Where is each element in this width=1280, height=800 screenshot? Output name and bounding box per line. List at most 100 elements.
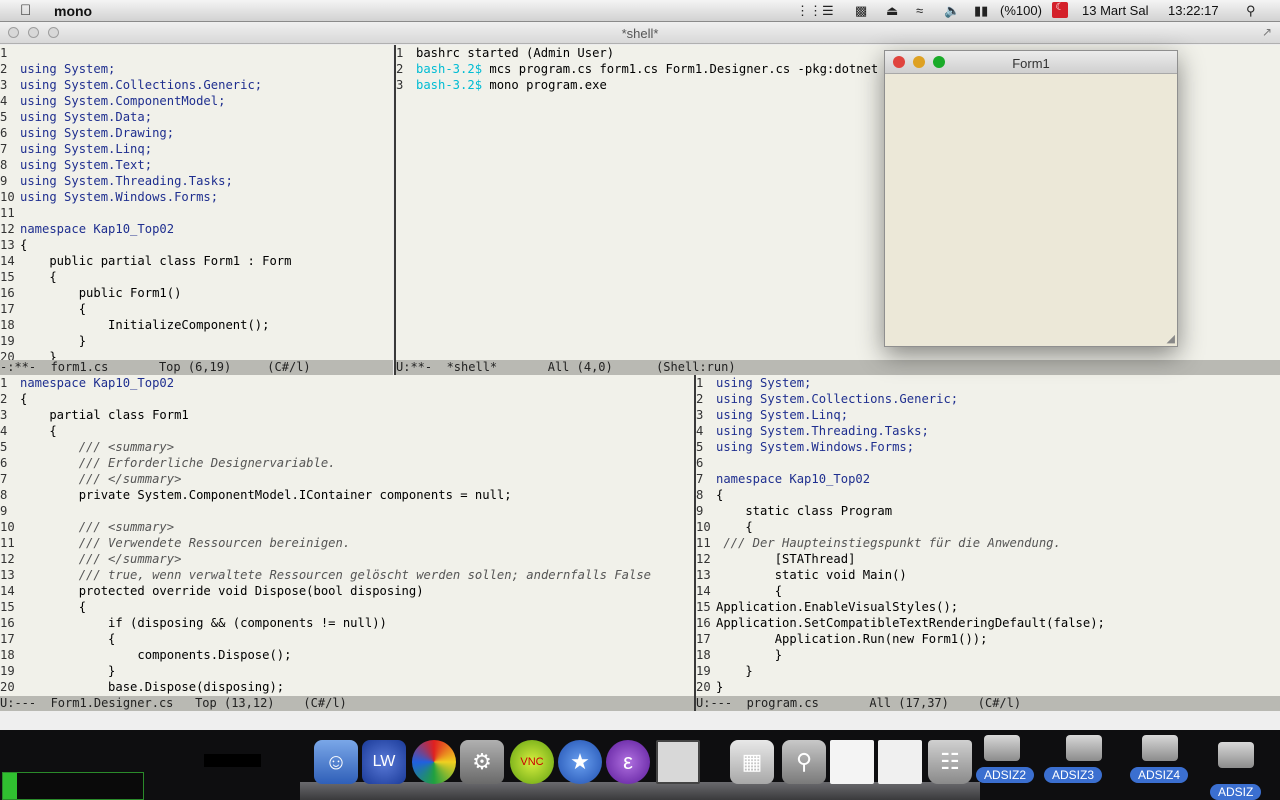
line-number: 10 (696, 520, 711, 534)
clock-time[interactable]: 13:22:17 (1168, 3, 1219, 18)
drive-label-adsiz3[interactable]: ADSIZ3 (1044, 767, 1103, 783)
code-line: 12 /// </summary> (0, 551, 651, 567)
code-line: 14 { (696, 583, 1105, 599)
preview-icon[interactable] (878, 740, 922, 784)
line-number: 2 (0, 62, 8, 76)
code-line: 2 bash-3.2$ mcs program.cs form1.cs Form1… (396, 61, 878, 77)
drive-icon-adsiz4[interactable] (1142, 735, 1178, 761)
editor-pane-designer[interactable]: 1 namespace Kap10_Top02 2{3 partial class … (0, 375, 694, 696)
code-text: /// Verwendete Ressourcen bereinigen. (20, 536, 351, 550)
code-text: } (716, 680, 724, 694)
window-title: *shell* (621, 26, 659, 41)
code-line: 19 } (0, 333, 292, 349)
modeline-program[interactable]: U:--- program.cs All (17,37) (C#/l) (696, 696, 1280, 711)
wifi-icon[interactable]: ☰ (822, 3, 834, 19)
line-number: 3 (696, 408, 704, 422)
grip-icon: ⋮⋮ (796, 3, 822, 18)
line-number: 4 (0, 94, 8, 108)
modeline-shell[interactable]: U:**- *shell* All (4,0) (Shell:run) (396, 360, 1280, 375)
bluetooth-icon[interactable]: ≈ (916, 3, 923, 18)
line-number: 20 (696, 680, 711, 694)
keychain-icon[interactable]: ⚲ (782, 740, 826, 784)
line-number: 20 (0, 350, 15, 360)
code-line: 18 } (696, 647, 1105, 663)
code-text: using System.Data; (20, 110, 153, 124)
color-wheel-icon[interactable] (412, 740, 456, 784)
battery-icon[interactable]: ▮▮ (974, 3, 988, 19)
drive-icon-adsiz3[interactable] (1066, 735, 1102, 761)
line-number: 12 (0, 222, 15, 236)
code-text: /// </summary> (20, 552, 182, 566)
code-line: 12 [STAThread] (696, 551, 1105, 567)
line-number: 8 (696, 488, 704, 502)
code-text: Application.Run(new Form1()); (716, 632, 988, 646)
code-text: using System.Text; (20, 158, 153, 172)
code-line: 4 { (0, 423, 651, 439)
code-text: { (20, 600, 87, 614)
line-number: 7 (0, 142, 8, 156)
terminal-icon[interactable] (656, 740, 700, 784)
line-number: 1 (0, 376, 8, 390)
spotlight-search-icon[interactable]: ⚲ (1246, 3, 1256, 19)
code-line: 7 namespace Kap10_Top02 (696, 471, 1105, 487)
drive-label-adsiz2[interactable]: ADSIZ2 (976, 767, 1035, 783)
line-number: 9 (0, 174, 8, 188)
code-line: 4 using System.ComponentModel; (0, 93, 292, 109)
emacs-icon[interactable]: ε (606, 740, 650, 784)
code-text: /// <summary> (20, 440, 175, 454)
black-block (204, 754, 261, 767)
activity-monitor-icon[interactable] (830, 740, 874, 784)
dock-shelf (300, 782, 980, 800)
code-line: 3 bash-3.2$ mono program.exe (396, 77, 878, 93)
code-text: { (20, 424, 57, 438)
shell-output: 1 bashrc started (Admin User) 2 bash-3.2$ m… (396, 45, 878, 109)
drive-icon-adsiz2[interactable] (984, 735, 1020, 761)
editor-pane-program[interactable]: 1 using System; 2 using System.Collections.… (696, 375, 1280, 696)
volume-icon[interactable]: 🔈 (944, 3, 960, 19)
eject-icon[interactable]: ⏏ (886, 3, 898, 19)
line-number: 17 (696, 632, 711, 646)
app-menu[interactable]: mono (54, 3, 92, 19)
drive-icon-adsiz[interactable] (1218, 742, 1254, 768)
fullscreen-icon[interactable]: ↗ (1262, 25, 1272, 39)
photo-booth-icon[interactable]: ▦ (730, 740, 774, 784)
form1-titlebar[interactable]: Form1 (885, 51, 1177, 74)
line-number: 17 (0, 302, 15, 316)
line-number: 4 (0, 424, 8, 438)
clock-date[interactable]: 13 Mart Sal (1082, 3, 1148, 18)
resize-grip-icon[interactable]: ◢ (1167, 332, 1175, 345)
system-preferences-icon[interactable]: ⚙ (460, 740, 504, 784)
code-text: using System; (20, 62, 116, 76)
xcode-icon[interactable]: ★ (558, 740, 602, 784)
flag-icon[interactable]: ☾ (1052, 2, 1068, 18)
code-line: 8 private System.ComponentModel.IContain… (0, 487, 651, 503)
code-line: 1 (0, 45, 292, 61)
lw-icon[interactable]: LW (362, 740, 406, 784)
line-number: 19 (696, 664, 711, 678)
line-number: 16 (0, 616, 15, 630)
code-text: using System.Collections.Generic; (716, 392, 959, 406)
code-text: if (disposing && (components != null)) (20, 616, 387, 630)
display-icon[interactable]: ▩ (855, 3, 867, 19)
line-number: 18 (0, 648, 15, 662)
code-line: 8 using System.Text; (0, 157, 292, 173)
code-line: 1 using System; (696, 375, 1105, 391)
modeline-designer[interactable]: U:--- Form1.Designer.cs Top (13,12) (C#/… (0, 696, 694, 711)
code-text: static void Main() (716, 568, 907, 582)
modeline-form1[interactable]: -:**- form1.cs Top (6,19) (C#/l) (0, 360, 393, 375)
server-vnc-icon[interactable]: VNC (510, 740, 554, 784)
finder-icon[interactable]: ☺ (314, 740, 358, 784)
drive-label-adsiz[interactable]: ADSIZ (1210, 784, 1262, 800)
code-line: 9 (0, 503, 651, 519)
code-line: 20} (696, 679, 1105, 695)
minibuffer[interactable] (0, 711, 1280, 730)
line-number: 9 (696, 504, 704, 518)
code-line: 4 using System.Threading.Tasks; (696, 423, 1105, 439)
trash-icon[interactable]: ☷ (928, 740, 972, 784)
form1-window[interactable]: Form1 ◢ (884, 50, 1178, 347)
apple-menu-icon[interactable]:  (20, 2, 31, 19)
editor-pane-form1[interactable]: 1 2 using System; 3 using System.Collections… (0, 45, 393, 360)
drive-label-adsiz4[interactable]: ADSIZ4 (1130, 767, 1189, 783)
code-line: 14 public partial class Form1 : Form (0, 253, 292, 269)
code-line: 10 { (696, 519, 1105, 535)
